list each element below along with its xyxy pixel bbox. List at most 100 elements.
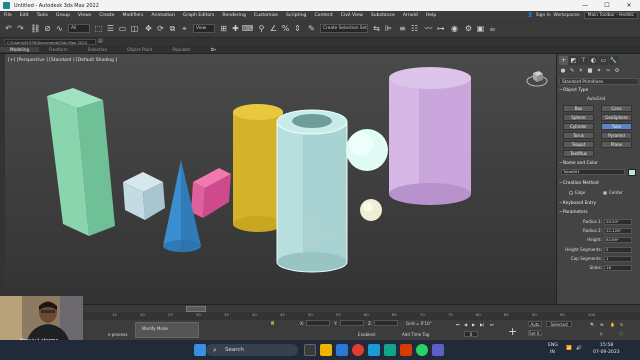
menu-arnold[interactable]: Arnold (399, 13, 422, 18)
menu-modifiers[interactable]: Modifiers (118, 13, 147, 18)
tab-modeling[interactable]: Modeling (0, 47, 40, 52)
scene-canvas[interactable] (5, 54, 556, 304)
angle-snap-icon[interactable]: ∠ (268, 23, 279, 34)
modify-tab-icon[interactable]: ◩ (569, 56, 578, 65)
play-icon[interactable]: ▶ (472, 322, 475, 327)
add-time-tag-button[interactable]: Add Time Tag (402, 332, 429, 337)
geosphere-button[interactable]: GeoSphere (601, 114, 632, 121)
maximize-button[interactable]: ☐ (596, 0, 618, 11)
next-frame-icon[interactable]: ▶| (480, 322, 485, 327)
zoom-icon[interactable]: 🔍 (590, 322, 595, 328)
radius1-field[interactable]: 29.53" (604, 219, 632, 225)
percent-snap-icon[interactable]: % (280, 23, 291, 34)
utilities-tab-icon[interactable]: 🔧 (609, 56, 618, 65)
create-tab-icon[interactable]: + (559, 56, 568, 65)
select-move-icon[interactable]: ✥ (143, 23, 154, 34)
box-button[interactable]: Box (563, 105, 594, 112)
close-button[interactable]: ✕ (618, 0, 640, 11)
select-object-icon[interactable]: ⬚ (93, 23, 104, 34)
zoom-all-icon[interactable]: ⊕ (600, 322, 603, 327)
named-selection-set-dropdown[interactable]: Create Selection Set (320, 24, 368, 33)
office-icon[interactable] (400, 344, 412, 356)
wifi-icon[interactable]: 📶 (566, 346, 572, 351)
cone-button[interactable]: Cone (601, 105, 632, 112)
render-setup-icon[interactable]: ⚙ (463, 23, 474, 34)
menu-content[interactable]: Content (310, 13, 336, 18)
language-bottom[interactable]: IN (550, 350, 555, 355)
menu-create[interactable]: Create (95, 13, 118, 18)
user-icon[interactable]: 👤 (527, 13, 532, 18)
menu-views[interactable]: Views (74, 13, 95, 18)
pan-icon[interactable]: ✋ (610, 322, 615, 328)
menu-animation[interactable]: Animation (147, 13, 178, 18)
snaps-toggle-icon[interactable]: ⚲ (256, 23, 267, 34)
rect-selection-icon[interactable]: ▭ (117, 23, 128, 34)
shapes-icon[interactable]: ✎ (568, 67, 576, 75)
menu-help[interactable]: Help (422, 13, 440, 18)
cameras-icon[interactable]: ■ (586, 67, 594, 75)
tab-object-paint[interactable]: Object Paint (117, 47, 162, 52)
layer-explorer-icon[interactable]: ≡ (397, 23, 408, 34)
reference-coord-dropdown[interactable]: View (193, 24, 215, 33)
menu-group[interactable]: Group (52, 13, 74, 18)
window-crossing-icon[interactable]: ◫ (129, 23, 140, 34)
primitive-category-dropdown[interactable]: Standard Primitives (559, 78, 639, 85)
sides-field[interactable]: 18 (604, 265, 632, 271)
menu-customize[interactable]: Customize (250, 13, 282, 18)
select-by-name-icon[interactable]: ☰ (105, 23, 116, 34)
hierarchy-tab-icon[interactable]: ⊤ (579, 56, 588, 65)
tab-populate[interactable]: Populate (162, 47, 200, 52)
y-coordinate-field[interactable] (340, 320, 364, 326)
menu-tools[interactable]: Tools (33, 13, 52, 18)
current-frame-field[interactable]: 0 (464, 331, 478, 337)
select-manipulate-icon[interactable]: ✚ (230, 23, 241, 34)
sphere-object[interactable] (346, 129, 388, 171)
whatsapp-icon[interactable] (416, 344, 428, 356)
selection-filter-dropdown[interactable]: All (68, 24, 90, 33)
chrome-icon[interactable] (352, 344, 364, 356)
spacewarps-icon[interactable]: ≈ (604, 67, 612, 75)
project-folder-icon[interactable]: ▤ (98, 38, 103, 44)
start-button-icon[interactable] (194, 344, 206, 356)
height-field[interactable]: 82.69" (604, 237, 632, 243)
menu-graph-editors[interactable]: Graph Editors (179, 13, 219, 18)
center-radio[interactable] (603, 191, 607, 195)
spinner-snap-icon[interactable]: ⇕ (292, 23, 303, 34)
teapot-button[interactable]: Teapot (563, 141, 594, 148)
render-production-icon[interactable]: ☕ (487, 23, 498, 34)
menu-scripting[interactable]: Scripting (282, 13, 310, 18)
file-explorer-icon[interactable] (320, 344, 332, 356)
parameters-header[interactable]: Parameters (559, 209, 639, 216)
scene-explorer-icon[interactable]: ☷ (409, 23, 420, 34)
signin-link[interactable]: Sign In (536, 13, 551, 18)
set-key-button[interactable]: Set K. (528, 330, 542, 336)
select-rotate-icon[interactable]: ⟳ (155, 23, 166, 34)
task-view-icon[interactable] (304, 344, 316, 356)
keyboard-entry-header[interactable]: Keyboard Entry (559, 200, 639, 207)
auto-key-button[interactable]: Auto (528, 321, 542, 327)
edge-browser-icon[interactable] (336, 344, 348, 356)
key-filter-dropdown[interactable]: Selected (546, 321, 572, 327)
volume-icon[interactable]: 🔊 (576, 346, 582, 351)
keyboard-shortcut-icon[interactable]: ⌨ (242, 23, 254, 34)
object-name-field[interactable]: Tube001 (561, 169, 625, 175)
object-color-swatch[interactable] (628, 169, 636, 176)
tab-freeform[interactable]: Freeform (39, 47, 78, 52)
object-type-header[interactable]: Object Type (559, 87, 639, 94)
fov-icon[interactable]: ▷ (600, 331, 603, 336)
green-box-object[interactable] (47, 88, 115, 236)
radius2-field[interactable]: 22.128" (604, 228, 632, 234)
link-icon[interactable]: ⛓ (30, 23, 41, 34)
store-icon[interactable] (368, 344, 380, 356)
helpers-icon[interactable]: ✦ (595, 67, 603, 75)
workspace-dropdown[interactable]: Main Toolbar - Heddic (583, 12, 638, 19)
plane-button[interactable]: Plane (601, 141, 632, 148)
select-scale-icon[interactable]: ⧉ (167, 23, 178, 34)
tube-object-selected[interactable] (276, 109, 348, 273)
z-coordinate-field[interactable] (374, 320, 398, 326)
orbit-icon[interactable]: ↻ (620, 322, 623, 327)
edge-radio[interactable] (569, 191, 573, 195)
redo-icon[interactable]: ↷ (15, 23, 26, 34)
systems-icon[interactable]: ⚙ (613, 67, 621, 75)
clock-date[interactable]: 07-09-2023 (593, 350, 620, 355)
